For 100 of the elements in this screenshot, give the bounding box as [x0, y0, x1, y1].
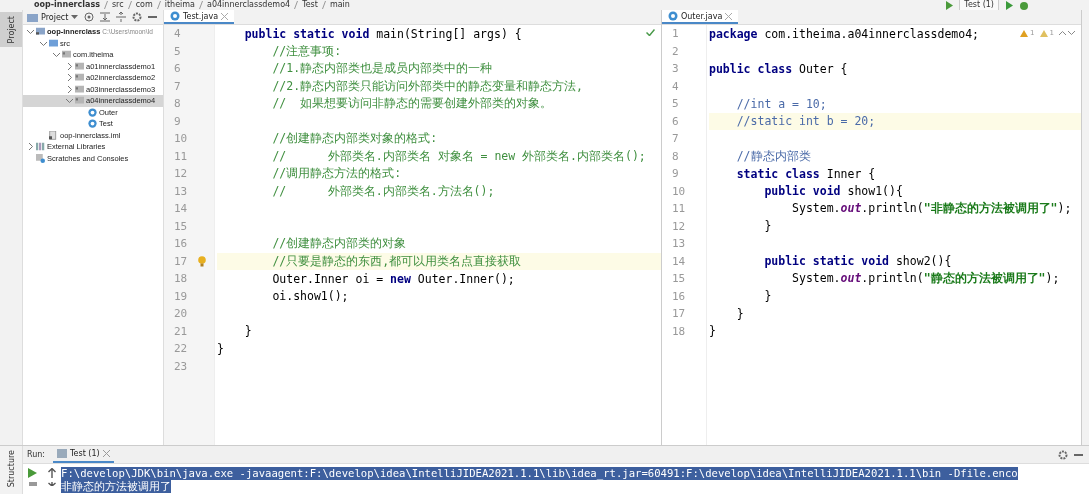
line-number: 1 — [672, 27, 679, 41]
line-number: 22 — [174, 342, 188, 356]
code-line: } — [217, 341, 224, 356]
code-line: public void show1(){ — [763, 184, 903, 199]
folder-icon — [49, 38, 58, 48]
line-number: 19 — [174, 289, 188, 303]
slash-icon — [199, 1, 203, 9]
line-number: 7 — [672, 132, 679, 146]
code-line: // 如果想要访问非静态的需要创建外部类的对象。 — [271, 96, 553, 112]
breadcrumb-item[interactable]: oop-innerclass — [34, 0, 100, 10]
chevron-down-icon — [66, 97, 73, 105]
code-line: oi.show1(); — [271, 289, 349, 304]
line-number: 16 — [672, 289, 686, 303]
scratches-icon — [36, 153, 45, 163]
line-number: 2 — [672, 44, 679, 58]
console-icon — [57, 449, 68, 458]
breadcrumb-item[interactable]: a04innerclassdemo4 — [207, 0, 291, 10]
close-icon[interactable] — [102, 450, 110, 457]
slash-icon — [103, 1, 108, 9]
line-number: 11 — [174, 149, 188, 163]
close-icon[interactable] — [221, 12, 229, 20]
line-number: 5 — [672, 97, 679, 111]
breadcrumb-item[interactable]: com — [135, 0, 153, 10]
chevron-down-icon[interactable] — [1068, 31, 1075, 35]
line-number: 6 — [174, 62, 181, 76]
code-line: //2.静态内部类只能访问外部类中的静态变量和静态方法, — [271, 78, 583, 94]
settings-icon[interactable] — [132, 12, 143, 22]
project-tool-tab[interactable]: Project — [0, 12, 22, 48]
library-icon — [36, 142, 45, 152]
run-tab[interactable]: Test (1) — [53, 446, 114, 463]
line-number: 12 — [174, 167, 188, 181]
slash-icon — [156, 1, 161, 9]
editor-tab[interactable]: Outer.java — [662, 10, 739, 24]
chevron-up-icon[interactable] — [1059, 31, 1066, 35]
line-number: 14 — [672, 254, 686, 268]
line-number: 5 — [174, 44, 181, 58]
folder-icon — [75, 84, 84, 94]
code-line: } — [735, 306, 744, 321]
line-number: 11 — [672, 202, 686, 216]
slash-icon — [127, 1, 132, 9]
settings-icon[interactable] — [1058, 449, 1068, 460]
line-number: 20 — [174, 307, 188, 321]
code-line: //static int b = 20; — [735, 114, 876, 129]
line-number: 10 — [672, 184, 686, 198]
arrow-up-icon[interactable] — [47, 468, 56, 478]
line-number: 8 — [672, 149, 679, 163]
code-line: // 外部类名.内部类名.方法名(); — [271, 183, 495, 199]
line-number: 13 — [672, 237, 686, 251]
structure-tool-tab[interactable]: Structure — [0, 446, 22, 492]
line-number: 7 — [174, 79, 181, 93]
code-line: Outer.Inner oi = new Outer.Inner(); — [271, 271, 515, 286]
close-icon[interactable] — [725, 12, 733, 20]
class-icon — [170, 11, 180, 21]
line-number: 12 — [672, 219, 686, 233]
slash-icon — [321, 1, 326, 9]
line-number: 15 — [672, 272, 686, 286]
breadcrumb-item[interactable]: src — [111, 0, 124, 10]
code-line: public static void main(String[] args) { — [243, 26, 522, 41]
line-number: 23 — [174, 359, 188, 373]
file-icon — [49, 130, 58, 140]
stop-icon[interactable] — [28, 482, 37, 486]
target-icon[interactable] — [84, 12, 95, 22]
code-line: } — [709, 324, 716, 339]
chevron-right-icon — [27, 143, 34, 151]
folder-icon — [62, 50, 71, 60]
collapse-all-icon[interactable] — [116, 12, 127, 22]
folder-icon — [75, 61, 84, 71]
breadcrumb-item[interactable]: Test — [302, 0, 318, 10]
code-line: // 外部类名.内部类名 对象名 = new 外部类名.内部类名(); — [271, 148, 646, 164]
line-number: 4 — [672, 79, 679, 93]
slash-icon — [294, 1, 299, 9]
breadcrumb-item[interactable]: main — [329, 0, 350, 10]
code-line: public static void show2(){ — [763, 254, 952, 269]
line-number: 16 — [174, 237, 188, 251]
code-line: public class Outer { — [709, 61, 848, 76]
expand-all-icon[interactable] — [100, 12, 111, 22]
code-line: } — [763, 219, 772, 234]
code-line: //创建静态内部类的对象 — [271, 236, 407, 252]
run-icon[interactable] — [28, 468, 37, 478]
code-line: package com.itheima.a04innerclassdemo4; — [709, 26, 980, 41]
code-line: System.out.println("非静态的方法被调用了"); — [791, 201, 1072, 217]
breadcrumb-item[interactable]: itheima — [164, 0, 195, 10]
hide-icon[interactable] — [1074, 453, 1083, 456]
line-number: 17 — [174, 254, 188, 268]
line-number: 17 — [672, 307, 686, 321]
code-line: //创建静态内部类对象的格式: — [271, 131, 438, 147]
line-number: 18 — [672, 324, 686, 338]
folder-icon — [75, 73, 84, 83]
line-number: 13 — [174, 184, 188, 198]
lightbulb-icon[interactable] — [198, 255, 206, 267]
line-number: 3 — [672, 62, 679, 76]
line-number: 18 — [174, 272, 188, 286]
module-folder-icon — [36, 27, 45, 37]
editor-tab[interactable]: Test.java — [164, 10, 235, 24]
caret-icon — [71, 15, 79, 19]
code-line: //调用静态方法的格式: — [271, 166, 402, 182]
code-line: } — [243, 324, 252, 339]
code-line: static class Inner { — [735, 166, 876, 181]
warning-icon — [1039, 29, 1048, 37]
arrow-down-icon[interactable] — [47, 482, 56, 486]
